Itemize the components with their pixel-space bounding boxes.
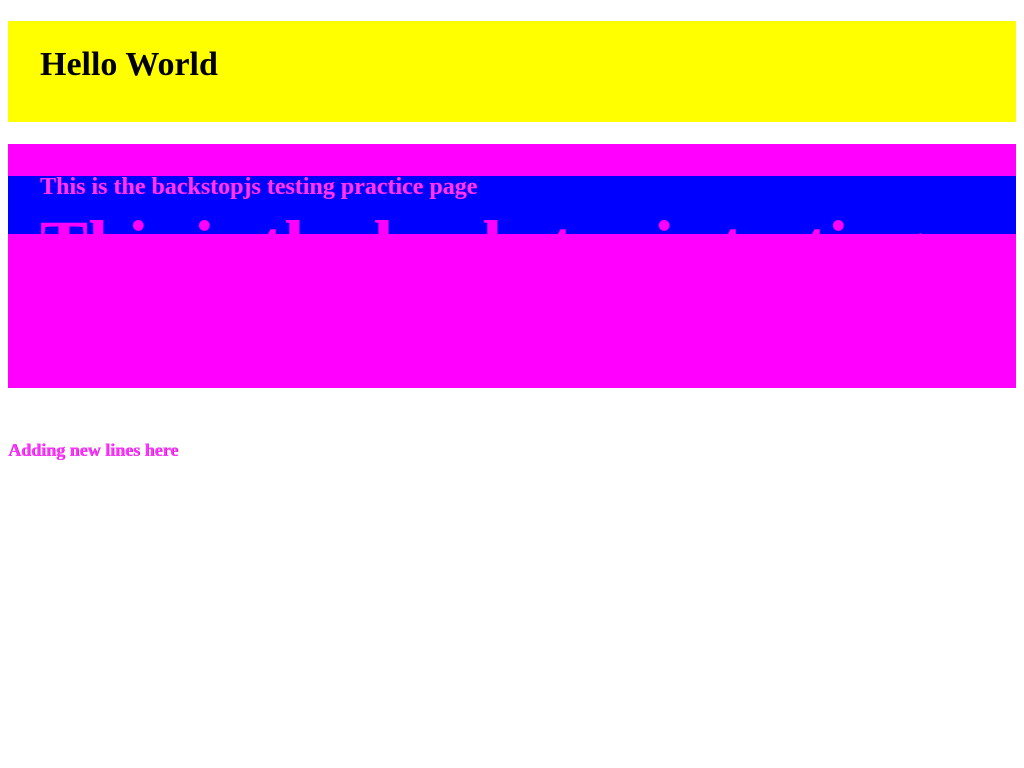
new-lines-text: Adding new lines here <box>8 440 179 460</box>
practice-page-panel: This is the backstopjs testing practice … <box>8 144 1016 388</box>
hero-banner: Hello World <box>8 21 1016 122</box>
practice-page: Hello World This is the backstopjs testi… <box>0 0 1024 768</box>
practice-page-large-text: This is the backstopjs testing practice … <box>40 206 1016 286</box>
page-title: Hello World <box>40 46 218 83</box>
practice-page-subtitle: This is the backstopjs testing practice … <box>40 174 478 200</box>
